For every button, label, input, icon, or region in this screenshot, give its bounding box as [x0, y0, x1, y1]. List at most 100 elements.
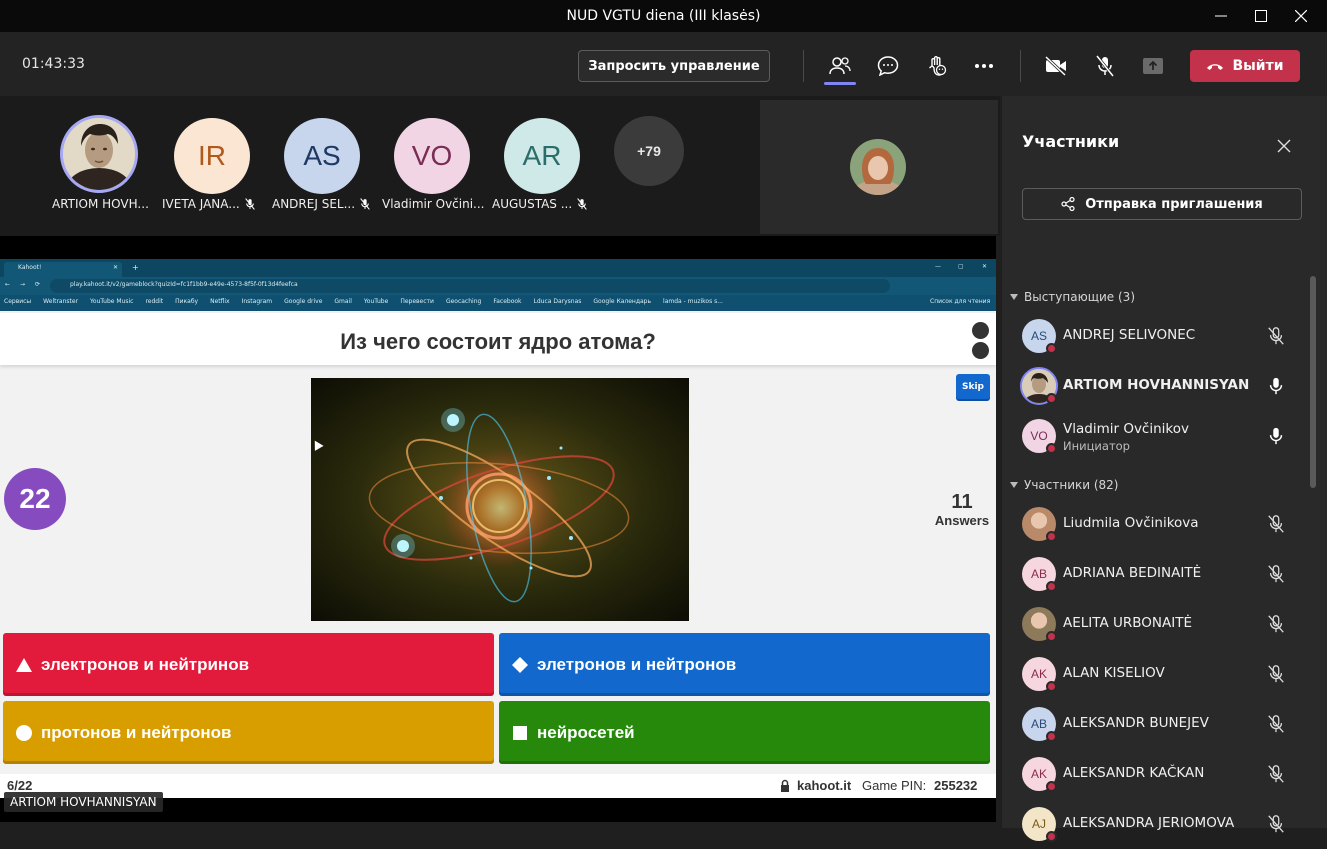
mic-off-icon	[1268, 665, 1284, 683]
answer-text: протонов и нейтронов	[41, 722, 232, 742]
send-invite-button[interactable]: Отправка приглашения	[1022, 188, 1302, 220]
more-options-icon[interactable]	[966, 48, 1002, 84]
request-control-button[interactable]: Запросить управление	[578, 50, 770, 82]
participant-row[interactable]: AJ ALEKSANDRA JERIOMOVA	[1002, 799, 1307, 849]
leave-button[interactable]: Выйти	[1190, 50, 1300, 82]
answer-text: элетронов и нейтронов	[537, 654, 737, 674]
participant-row[interactable]: AB ALEKSANDR BUNEJEV	[1002, 699, 1307, 749]
bookmark[interactable]: Перевести	[400, 298, 434, 305]
mic-off-icon	[1268, 765, 1284, 783]
overflow-participants-button[interactable]: +79	[614, 116, 684, 186]
section-label: Участники (82)	[1024, 478, 1119, 492]
forward-icon[interactable]: →	[20, 281, 25, 288]
attendees-section-header[interactable]: Участники (82)	[1010, 478, 1118, 492]
bookmark[interactable]: Google drive	[284, 298, 322, 305]
profile-photo	[63, 118, 135, 190]
question-title: Из чего состоит ядро атома?	[340, 329, 656, 354]
bookmark[interactable]: YouTube	[364, 298, 388, 305]
bookmark[interactable]: Geocaching	[446, 298, 481, 305]
panel-scrollbar[interactable]	[1310, 276, 1316, 488]
browser-close-icon[interactable]: ✕	[982, 263, 987, 270]
participant-row[interactable]: AK ALEKSANDR KAČKAN	[1002, 749, 1307, 799]
raise-hand-icon[interactable]	[918, 48, 954, 84]
gallery-tile-avatar[interactable]: AR	[504, 118, 580, 194]
game-pin-label: Game PIN:	[862, 778, 927, 793]
skip-button[interactable]: Skip	[956, 374, 990, 399]
status-badge	[1046, 631, 1057, 642]
participant-name: AELITA URBONAITĖ	[1063, 615, 1192, 631]
gallery-tile-avatar[interactable]: VO	[394, 118, 470, 194]
circle-icon	[15, 724, 33, 742]
answers-label: Answers	[934, 513, 990, 528]
mic-off-icon	[1268, 327, 1284, 345]
participant-row[interactable]: AB ADRIANA BEDINAITĖ	[1002, 549, 1307, 599]
gallery-tile-avatar[interactable]: AS	[284, 118, 360, 194]
bookmark[interactable]: lamda - muzikos s...	[663, 298, 723, 305]
bookmark[interactable]: Пикабу	[175, 298, 198, 305]
mic-off-icon	[244, 198, 255, 210]
mic-off-icon	[1268, 715, 1284, 733]
participant-row[interactable]: AELITA URBONAITĖ	[1002, 599, 1307, 649]
status-badge	[1046, 581, 1057, 592]
answer-option-triangle[interactable]: электронов и нейтринов	[3, 633, 494, 696]
answer-option-diamond[interactable]: элетронов и нейтронов	[499, 633, 990, 696]
gallery-tile-avatar[interactable]	[60, 115, 138, 193]
answer-option-circle[interactable]: протонов и нейтронов	[3, 701, 494, 764]
bookmark[interactable]: Weltranster	[43, 298, 78, 305]
bookmark-list: Сервисы Weltranster YouTube Music reddit…	[4, 298, 723, 305]
back-icon[interactable]: ←	[5, 281, 10, 288]
status-badge	[1046, 343, 1057, 354]
bookmark[interactable]: Lduca Darysnas	[534, 298, 582, 305]
bookmark[interactable]: Google Календарь	[593, 298, 651, 305]
chat-icon[interactable]	[870, 48, 906, 84]
status-badge	[1046, 831, 1057, 842]
participant-row[interactable]: AK ALAN KISELIOV	[1002, 649, 1307, 699]
bookmark[interactable]: Facebook	[493, 298, 521, 305]
bookmark[interactable]: Instagram	[242, 298, 273, 305]
participant-row[interactable]: AS ANDREJ SELIVONEC	[1002, 311, 1307, 361]
gallery-tile-avatar[interactable]: IR	[174, 118, 250, 194]
reading-list[interactable]: Список для чтения	[930, 298, 990, 305]
browser-minimize-icon[interactable]: —	[935, 263, 941, 270]
close-window-icon[interactable]	[1281, 0, 1321, 32]
participant-name: ALAN KISELIOV	[1063, 665, 1165, 681]
close-panel-icon[interactable]	[1277, 138, 1293, 154]
maximize-icon[interactable]	[1241, 0, 1281, 32]
participant-name: ANDREJ SELIVONEC	[1063, 327, 1196, 343]
participant-row[interactable]: Liudmila Ovčinikova	[1002, 499, 1307, 549]
bookmarks-bar: Сервисы Weltranster YouTube Music reddit…	[0, 295, 996, 311]
share-icon	[1061, 197, 1075, 211]
answers-counter: 11 Answers	[930, 491, 994, 528]
bookmark[interactable]: Gmail	[334, 298, 352, 305]
self-video-tile[interactable]	[760, 100, 998, 234]
participant-row[interactable]: VO Vladimir Ovčinikov Инициатор	[1002, 411, 1307, 461]
participant-row[interactable]: ARTIOM HOVHANNISYAN	[1002, 361, 1307, 411]
bookmark[interactable]: Netflix	[210, 298, 230, 305]
mic-off-icon[interactable]	[1087, 48, 1123, 84]
participant-name: Liudmila Ovčinikova	[1063, 515, 1199, 531]
bookmark[interactable]: reddit	[145, 298, 163, 305]
reload-icon[interactable]: ⟳	[35, 281, 40, 288]
minimize-icon[interactable]	[1201, 0, 1241, 32]
status-badge	[1046, 443, 1057, 454]
share-tray-icon[interactable]	[1135, 48, 1171, 84]
browser-maximize-icon[interactable]: ▢	[958, 263, 964, 270]
presenters-section-header[interactable]: Выступающие (3)	[1010, 290, 1135, 304]
bookmark[interactable]: Сервисы	[4, 298, 31, 305]
section-label: Выступающие (3)	[1024, 290, 1135, 304]
participant-name: Vladimir Ovčinikov	[1063, 421, 1190, 437]
answer-option-square[interactable]: нейросетей	[499, 701, 990, 764]
sound-icon[interactable]	[972, 342, 989, 359]
gallery-tile-name: AUGUSTAS ...	[492, 197, 602, 211]
self-avatar	[850, 139, 906, 195]
browser-tab-title[interactable]: Kahoot!	[18, 264, 41, 271]
new-tab-icon[interactable]: +	[132, 263, 139, 272]
chevron-down-icon	[1010, 294, 1018, 300]
people-icon[interactable]	[822, 48, 858, 84]
fullscreen-icon[interactable]	[972, 322, 989, 339]
tab-close-icon[interactable]: ✕	[113, 264, 118, 271]
gallery-tile-name: Vladimir Ovčini...	[382, 197, 485, 211]
camera-off-icon[interactable]	[1038, 48, 1074, 84]
gallery-tile-name: ANDREJ SEL...	[272, 197, 382, 211]
bookmark[interactable]: YouTube Music	[90, 298, 133, 305]
